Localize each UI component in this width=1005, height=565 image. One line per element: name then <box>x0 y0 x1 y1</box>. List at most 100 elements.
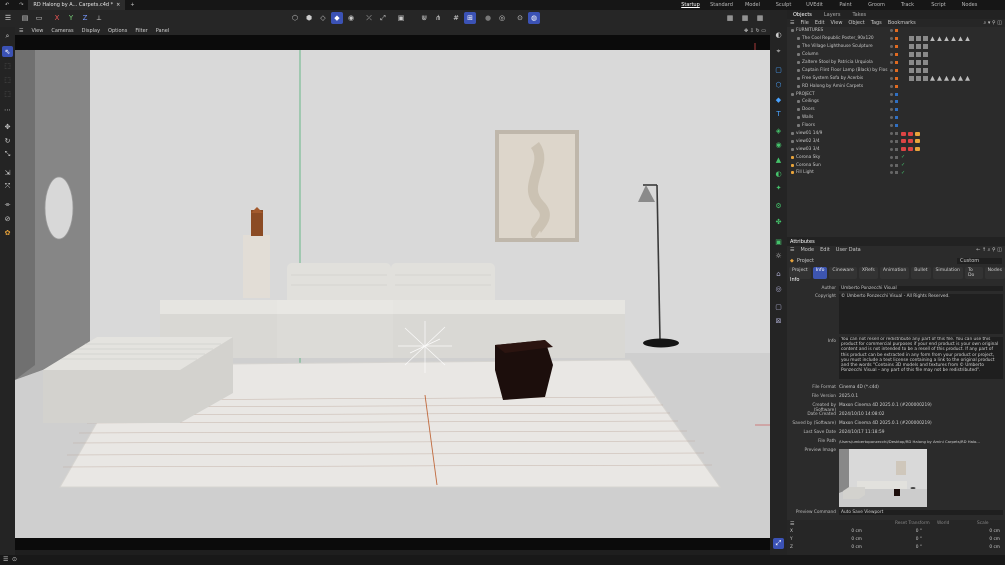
viewport-hamburger-icon[interactable]: ☰ <box>19 28 23 34</box>
generator-icon[interactable]: ◈ <box>773 125 784 136</box>
array-icon[interactable]: ◉ <box>773 139 784 150</box>
object-row[interactable]: Zaltere Stool by Patricia Urquiola <box>787 59 1005 67</box>
visibility-flags[interactable] <box>890 61 898 64</box>
om-menu-bookmarks[interactable]: Bookmarks <box>888 20 916 26</box>
position-field[interactable]: 0 cm <box>802 529 862 536</box>
material-tag-icon[interactable] <box>909 36 914 42</box>
visibility-dot[interactable] <box>890 61 893 64</box>
visibility-flags[interactable] <box>890 124 898 128</box>
camera-tag-icon[interactable] <box>901 131 906 136</box>
position-field[interactable]: 0 cm <box>802 537 862 544</box>
visibility-dot[interactable] <box>890 45 893 49</box>
visibility-flags[interactable] <box>890 108 898 112</box>
y-axis-icon[interactable]: Y <box>65 12 77 24</box>
scale-field[interactable]: 0 cm <box>922 537 1000 544</box>
visibility-flags[interactable] <box>890 92 898 96</box>
object-row[interactable]: Column <box>787 51 1005 59</box>
edges-mode-icon[interactable]: ◇ <box>317 12 329 24</box>
viewport-menu-options[interactable]: Options <box>108 28 127 34</box>
material-tag-icon[interactable] <box>916 67 921 73</box>
rotate-icon[interactable]: ↻ <box>2 135 13 146</box>
object-tags[interactable] <box>909 44 928 50</box>
camera-tag-icon[interactable] <box>908 139 913 144</box>
author-field[interactable]: Umberto Ponzecchi Visual <box>839 286 1003 291</box>
material-tag-icon[interactable] <box>923 75 928 81</box>
spline-icon[interactable]: ⬡ <box>773 79 784 90</box>
move-icon[interactable]: ✥ <box>2 121 13 132</box>
visibility-flags[interactable] <box>890 155 898 159</box>
camera-tag-icon[interactable] <box>915 147 920 152</box>
grid-icon[interactable]: # <box>450 12 462 24</box>
film-icon[interactable]: ▤ <box>19 12 31 24</box>
viewport-menu-panel[interactable]: Panel <box>156 28 170 34</box>
visibility-dot[interactable] <box>890 132 893 136</box>
visibility-dot[interactable] <box>890 92 893 96</box>
visibility-dot[interactable] <box>890 139 893 143</box>
menu-icon[interactable]: ☰ <box>2 12 14 24</box>
camera-tag-icon[interactable] <box>915 131 920 136</box>
visibility-flags[interactable] <box>890 76 898 80</box>
visibility-dot[interactable] <box>890 124 893 128</box>
viewport-menu-filter[interactable]: Filter <box>135 28 147 34</box>
om-search-icon[interactable]: ⌕ ▾ ⚲ ◫ <box>984 20 1002 26</box>
3d-viewport[interactable] <box>15 35 770 550</box>
object-row[interactable]: PROJECT <box>787 90 1005 98</box>
select-lasso-icon[interactable]: ⬚ <box>2 88 13 99</box>
interactive-render-icon[interactable]: ◍ <box>528 12 540 24</box>
object-row[interactable]: view01 14/9 <box>787 130 1005 138</box>
visibility-flags[interactable] <box>890 139 898 143</box>
tweak-icon[interactable]: ⤢ <box>377 12 389 24</box>
brush-icon[interactable]: ⌯ <box>2 199 13 210</box>
attr-nav-icons[interactable]: ← ↑ ⌕ ⚲ ◫ <box>976 247 1002 253</box>
render-settings-icon[interactable]: ▦ <box>754 12 766 24</box>
effector-icon[interactable]: ✦ <box>773 182 784 193</box>
object-row[interactable]: Corona Sun ✓ <box>787 161 1005 169</box>
object-row[interactable]: The Village Lighthouse Sculpture <box>787 43 1005 51</box>
material-tag-icon[interactable] <box>916 52 921 58</box>
tag-icon[interactable]: ⌂ <box>773 268 784 279</box>
undo-icon[interactable]: ↶ <box>0 0 14 10</box>
material-tag-icon[interactable] <box>951 75 956 81</box>
object-row[interactable]: The Cool Republic Poster_90x120 <box>787 35 1005 43</box>
select-all-icon[interactable]: ⋯ <box>2 104 13 115</box>
material-tag-icon[interactable] <box>937 36 942 42</box>
layout-nodes[interactable]: Nodes <box>954 2 985 8</box>
object-row[interactable]: FURNITURES <box>787 27 1005 35</box>
material-tag-icon[interactable] <box>958 36 963 42</box>
environment-icon[interactable]: ☼ <box>773 250 784 261</box>
visibility-dot[interactable] <box>890 76 893 80</box>
object-tags[interactable] <box>909 52 928 58</box>
scale-field[interactable]: 0 cm <box>922 529 1000 536</box>
visibility-dot[interactable] <box>890 68 893 72</box>
visibility-dot[interactable] <box>890 37 893 41</box>
camera-tag-icon[interactable] <box>901 139 906 144</box>
material-tag-icon[interactable] <box>930 36 935 42</box>
material-tag-icon[interactable] <box>916 75 921 81</box>
axis-icon[interactable]: ⤫ <box>363 12 375 24</box>
material-tag-icon[interactable] <box>944 75 949 81</box>
visibility-flags[interactable] <box>890 147 898 151</box>
text-icon[interactable]: T <box>773 108 784 119</box>
layout-uvedit[interactable]: UVEdit <box>799 2 830 8</box>
close-icon[interactable]: × <box>116 2 120 8</box>
object-row[interactable]: Doors <box>787 106 1005 114</box>
mode-dropdown[interactable]: Custom <box>957 258 1002 264</box>
material-tag-icon[interactable] <box>916 44 921 50</box>
attr-menu-edit[interactable]: Edit <box>820 247 830 253</box>
visibility-flags[interactable] <box>890 132 898 136</box>
reset-transform-button[interactable]: Reset Transform <box>895 521 930 526</box>
lock-icon[interactable]: ● <box>482 12 494 24</box>
camera-tag-icon[interactable]: ▢ <box>773 301 784 312</box>
material-tag-icon[interactable] <box>965 36 970 42</box>
layout-grid-icon[interactable]: ⊠ <box>773 315 784 326</box>
visibility-dot[interactable] <box>890 171 893 175</box>
object-row[interactable]: Ceilings <box>787 98 1005 106</box>
tab-todo[interactable]: To Do <box>964 267 983 279</box>
coordinate-system-icon[interactable]: ⟂ <box>93 12 105 24</box>
material-tag-icon[interactable] <box>909 60 914 65</box>
search-icon[interactable]: ⌕ <box>2 31 13 42</box>
material-tag-icon[interactable] <box>916 60 921 65</box>
visibility-dot[interactable] <box>890 100 893 104</box>
enabled-check-icon[interactable]: ✓ <box>901 162 905 168</box>
viewport-nav-icons[interactable]: ✥ ⇩ ↻ ▭ <box>744 28 766 34</box>
